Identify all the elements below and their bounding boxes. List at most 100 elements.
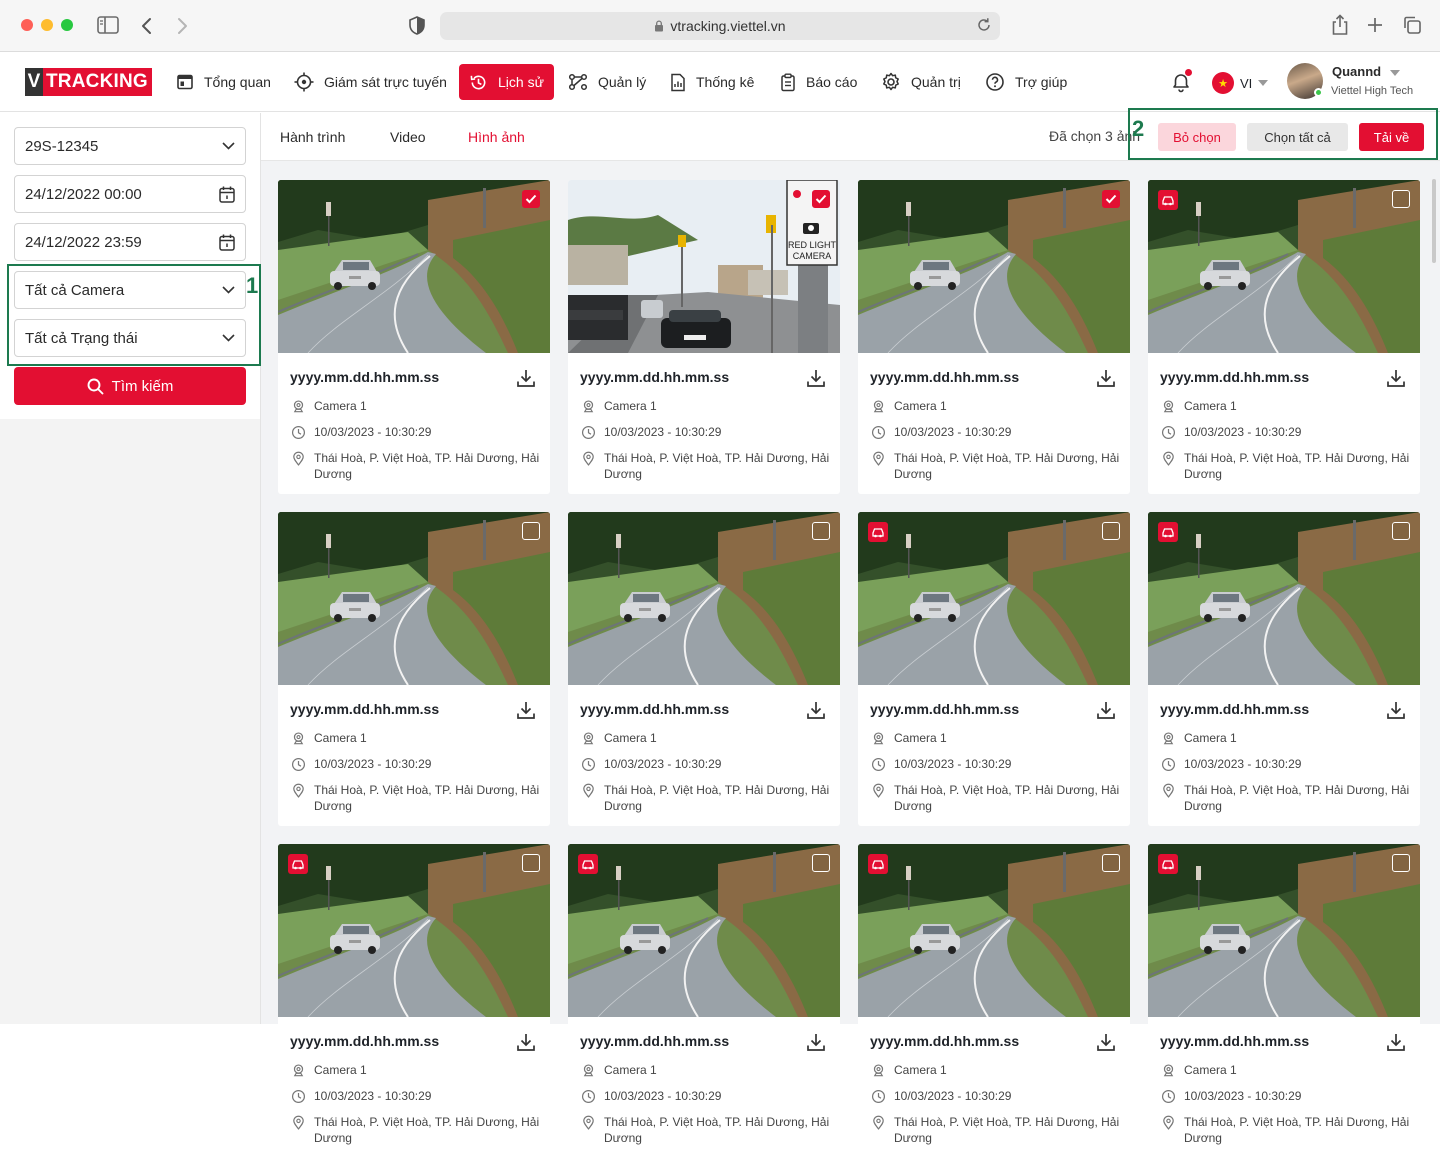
new-tab-icon[interactable] xyxy=(1366,16,1384,34)
image-card[interactable]: yyyy.mm.dd.hh.mm.ss Camera 1 10/03/2023 - … xyxy=(858,844,1130,1158)
map-pin-icon xyxy=(583,1115,594,1130)
clock-icon xyxy=(291,757,306,772)
privacy-shield-icon[interactable] xyxy=(409,16,425,35)
violation-badge-icon xyxy=(868,522,888,542)
checkbox[interactable] xyxy=(1392,190,1410,208)
nav-thong-ke[interactable]: Thống kê xyxy=(660,64,764,100)
image-card[interactable]: yyyy.mm.dd.hh.mm.ss Camera 1 10/03/2023 - … xyxy=(1148,180,1420,494)
forward-icon[interactable] xyxy=(176,17,188,35)
image-card[interactable]: yyyy.mm.dd.hh.mm.ss Camera 1 10/03/2023 - … xyxy=(278,512,550,826)
image-card[interactable]: yyyy.mm.dd.hh.mm.ss Camera 1 10/03/2023 - … xyxy=(1148,844,1420,1158)
image-thumbnail[interactable] xyxy=(1148,512,1420,685)
checkbox[interactable] xyxy=(1102,854,1120,872)
download-icon[interactable] xyxy=(1386,700,1406,725)
image-filename: yyyy.mm.dd.hh.mm.ss xyxy=(1160,369,1310,385)
plate-select[interactable]: 29S-12345 xyxy=(14,127,246,165)
image-card[interactable]: yyyy.mm.dd.hh.mm.ss Camera 1 10/03/2023 - … xyxy=(858,512,1130,826)
download-icon[interactable] xyxy=(516,368,536,393)
image-card[interactable]: yyyy.mm.dd.hh.mm.ss Camera 1 10/03/2023 - … xyxy=(568,844,840,1158)
checkbox[interactable] xyxy=(1392,854,1410,872)
nav-quan-tri[interactable]: Quản trị xyxy=(871,64,971,100)
checkbox[interactable] xyxy=(812,522,830,540)
image-location: Thái Hoà, P. Việt Hoà, TP. Hải Dương, Hả… xyxy=(871,782,1121,814)
close-window-button[interactable] xyxy=(21,19,33,31)
tab-video[interactable]: Video xyxy=(390,113,426,161)
image-thumbnail[interactable] xyxy=(568,844,840,1017)
download-icon[interactable] xyxy=(806,700,826,725)
gear-icon xyxy=(883,72,899,91)
download-icon[interactable] xyxy=(516,1032,536,1057)
checkbox[interactable] xyxy=(522,522,540,540)
image-thumbnail[interactable] xyxy=(568,512,840,685)
download-icon[interactable] xyxy=(1386,368,1406,393)
image-thumbnail[interactable] xyxy=(278,844,550,1017)
checkbox-checked[interactable] xyxy=(1102,190,1120,208)
image-location: Thái Hoà, P. Việt Hoà, TP. Hải Dương, Hả… xyxy=(581,1114,831,1146)
download-icon[interactable] xyxy=(516,700,536,725)
webcam-icon xyxy=(873,1064,884,1077)
checkbox[interactable] xyxy=(1102,522,1120,540)
checkbox-checked[interactable] xyxy=(812,190,830,208)
image-thumbnail[interactable]: RED LIGHT CAMERA xyxy=(568,180,840,353)
sidebar-toggle-icon[interactable] xyxy=(97,16,119,34)
image-thumbnail[interactable] xyxy=(858,844,1130,1017)
image-card[interactable]: yyyy.mm.dd.hh.mm.ss Camera 1 10/03/2023 - … xyxy=(858,180,1130,494)
image-card[interactable]: yyyy.mm.dd.hh.mm.ss Camera 1 10/03/2023 - … xyxy=(1148,512,1420,826)
image-card[interactable]: yyyy.mm.dd.hh.mm.ss Camera 1 10/03/2023 - … xyxy=(568,512,840,826)
vtracking-logo[interactable]: V TRACKING xyxy=(25,68,152,96)
image-card[interactable]: yyyy.mm.dd.hh.mm.ss Camera 1 10/03/2023 - … xyxy=(278,180,550,494)
timestamp-text: 10/03/2023 - 10:30:29 xyxy=(604,1089,722,1103)
search-button[interactable]: Tìm kiếm xyxy=(14,367,246,405)
image-camera-label: Camera 1 xyxy=(581,398,657,414)
calendar-icon[interactable] xyxy=(219,234,235,251)
tab-hanh-trinh[interactable]: Hành trình xyxy=(280,113,345,161)
camera-label-text: Camera 1 xyxy=(314,1063,367,1077)
checkbox[interactable] xyxy=(1392,522,1410,540)
street-photo: RED LIGHT CAMERA xyxy=(568,180,840,353)
image-thumbnail[interactable] xyxy=(278,512,550,685)
nav-bao-cao[interactable]: Báo cáo xyxy=(770,64,867,100)
zoom-window-button[interactable] xyxy=(61,19,73,31)
download-icon[interactable] xyxy=(806,368,826,393)
violation-badge-icon xyxy=(868,854,888,874)
camera-label-text: Camera 1 xyxy=(1184,1063,1237,1077)
image-location: Thái Hoà, P. Việt Hoà, TP. Hải Dương, Hả… xyxy=(1161,782,1411,814)
download-icon[interactable] xyxy=(1096,368,1116,393)
nav-quan-ly[interactable]: Quản lý xyxy=(558,64,656,100)
image-thumbnail[interactable] xyxy=(1148,844,1420,1017)
nav-giam-sat[interactable]: Giám sát trực tuyến xyxy=(284,64,457,100)
scrollbar-thumb[interactable] xyxy=(1432,179,1436,263)
back-icon[interactable] xyxy=(141,17,153,35)
end-datetime-field[interactable]: 24/12/2022 23:59 xyxy=(14,223,246,261)
download-icon[interactable] xyxy=(1096,1032,1116,1057)
download-icon[interactable] xyxy=(1386,1032,1406,1057)
language-selector[interactable]: ★ VI xyxy=(1212,72,1269,94)
image-thumbnail[interactable] xyxy=(858,180,1130,353)
checkbox-checked[interactable] xyxy=(522,190,540,208)
calendar-icon[interactable] xyxy=(219,186,235,203)
nav-tong-quan[interactable]: Tổng quan xyxy=(166,64,281,100)
image-card[interactable]: yyyy.mm.dd.hh.mm.ss Camera 1 10/03/2023 - … xyxy=(278,844,550,1158)
camera-label-text: Camera 1 xyxy=(894,1063,947,1077)
image-card[interactable]: RED LIGHT CAMERA yyyy.mm.dd.hh.mm.ss Came… xyxy=(568,180,840,494)
checkbox[interactable] xyxy=(812,854,830,872)
start-datetime-field[interactable]: 24/12/2022 00:00 xyxy=(14,175,246,213)
camera-label-text: Camera 1 xyxy=(314,399,367,413)
tab-hinh-anh[interactable]: Hình ảnh xyxy=(468,113,525,161)
clock-icon xyxy=(1161,757,1176,772)
nav-tro-giup[interactable]: Trợ giúp xyxy=(975,64,1077,100)
minimize-window-button[interactable] xyxy=(41,19,53,31)
nav-lich-su[interactable]: Lịch sử xyxy=(459,64,554,100)
share-icon[interactable] xyxy=(1331,14,1349,36)
user-name[interactable]: Quannd xyxy=(1332,64,1400,79)
tab-overview-icon[interactable] xyxy=(1402,15,1422,35)
reload-icon[interactable] xyxy=(976,17,992,33)
address-bar[interactable]: vtracking.viettel.vn xyxy=(440,12,1000,40)
download-icon[interactable] xyxy=(806,1032,826,1057)
image-thumbnail[interactable] xyxy=(1148,180,1420,353)
image-thumbnail[interactable] xyxy=(278,180,550,353)
violation-badge-icon xyxy=(1158,190,1178,210)
image-thumbnail[interactable] xyxy=(858,512,1130,685)
download-icon[interactable] xyxy=(1096,700,1116,725)
checkbox[interactable] xyxy=(522,854,540,872)
